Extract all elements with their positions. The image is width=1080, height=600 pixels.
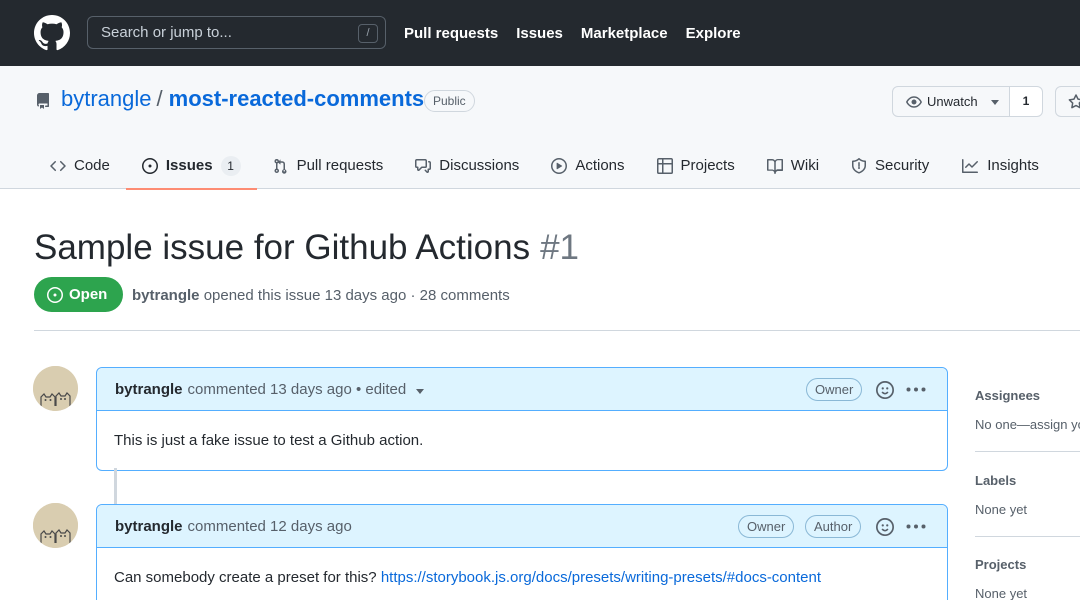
unwatch-label: Unwatch	[927, 94, 978, 109]
issues-counter: 1	[220, 155, 241, 176]
book-icon	[766, 158, 783, 174]
cat-avatar-icon	[33, 366, 78, 411]
cat-avatar-icon	[33, 503, 78, 548]
chevron-down-icon[interactable]	[416, 388, 425, 394]
owner-badge: Owner	[806, 378, 863, 401]
tab-projects[interactable]: Projects	[641, 142, 751, 189]
tab-security[interactable]: Security	[835, 142, 945, 189]
repo-title: bytrangle / most-reacted-comments	[61, 86, 424, 112]
comment-header: bytrangle commented 12 days ago Owner Au…	[97, 505, 947, 548]
smiley-icon[interactable]	[876, 518, 894, 536]
tab-issues[interactable]: Issues 1	[125, 142, 257, 190]
github-logo-icon[interactable]	[34, 15, 70, 51]
issue-number: #1	[540, 228, 580, 267]
tab-pull-requests-label: Pull requests	[296, 157, 384, 174]
search-input[interactable]	[88, 17, 385, 48]
git-pull-request-icon	[274, 158, 287, 174]
global-search[interactable]: /	[87, 16, 386, 49]
kebab-horizontal-icon[interactable]	[906, 387, 926, 392]
kebab-horizontal-icon[interactable]	[906, 524, 926, 529]
global-header: / Pull requests Issues Marketplace Explo…	[0, 0, 1080, 66]
comment-author[interactable]: bytrangle	[115, 518, 183, 535]
avatar[interactable]	[33, 503, 78, 548]
tab-pull-requests[interactable]: Pull requests	[257, 142, 400, 189]
star-button[interactable]	[1055, 86, 1080, 117]
repo-header: bytrangle / most-reacted-comments Public U…	[0, 66, 1080, 190]
repo-tabs: Code Issues 1 Pull requests Discussions …	[34, 142, 1055, 190]
graph-icon	[962, 158, 979, 173]
watchers-count[interactable]: 1	[1009, 86, 1043, 117]
smiley-icon[interactable]	[876, 381, 894, 399]
comment-meta[interactable]: commented 13 days ago • edited	[188, 381, 407, 398]
tab-code[interactable]: Code	[34, 142, 126, 189]
assignees-heading[interactable]: Assignees	[975, 388, 1080, 403]
projects-value: None yet	[975, 586, 1028, 600]
eye-icon	[906, 95, 922, 108]
search-shortcut-key: /	[358, 24, 378, 43]
star-icon	[1068, 94, 1080, 109]
comment-text: Can somebody create a preset for this?	[114, 569, 377, 586]
sidebar-divider	[975, 451, 1080, 452]
issue-meta-text: opened this issue 13 days ago · 28 comme…	[203, 287, 510, 304]
repo-separator: /	[156, 86, 163, 111]
comment-card: bytrangle commented 12 days ago Owner Au…	[96, 504, 948, 600]
projects-heading[interactable]: Projects	[975, 557, 1080, 572]
sidebar-divider	[975, 536, 1080, 537]
table-icon	[656, 157, 673, 174]
tab-security-label: Security	[875, 157, 930, 174]
tab-projects-label: Projects	[680, 157, 735, 174]
tab-actions[interactable]: Actions	[535, 142, 640, 189]
repo-name-link[interactable]: most-reacted-comments	[169, 86, 425, 111]
play-icon	[551, 157, 568, 174]
assignees-value[interactable]: No one—assign yourself	[975, 417, 1080, 432]
repo-icon	[36, 93, 49, 109]
visibility-badge: Public	[424, 90, 475, 112]
tab-insights[interactable]: Insights	[945, 142, 1055, 189]
comment-body: Can somebody create a preset for this? h…	[97, 548, 947, 600]
issue-meta: bytrangle opened this issue 13 days ago …	[132, 287, 510, 304]
tab-discussions[interactable]: Discussions	[399, 142, 535, 189]
issue-opened-icon	[47, 286, 63, 303]
comment-body: This is just a fake issue to test a Gith…	[114, 432, 424, 449]
sidebar-assignees: Assignees No one—assign yourself	[975, 388, 1080, 432]
sidebar-projects: Projects None yet	[975, 557, 1080, 600]
comment-link[interactable]: https://storybook.js.org/docs/presets/wr…	[381, 569, 821, 586]
comment-meta[interactable]: commented 12 days ago	[188, 518, 352, 535]
avatar[interactable]	[33, 366, 78, 411]
shield-icon	[852, 157, 867, 174]
tab-discussions-label: Discussions	[439, 157, 520, 174]
unwatch-button[interactable]: Unwatch	[892, 86, 1010, 117]
tab-wiki[interactable]: Wiki	[751, 142, 835, 189]
issue-title-text: Sample issue for Github Actions	[34, 228, 531, 267]
labels-heading[interactable]: Labels	[975, 473, 1080, 488]
chevron-down-icon	[990, 100, 999, 105]
code-icon	[50, 160, 66, 171]
issue-state-label: Open	[69, 286, 108, 303]
comment-author[interactable]: bytrangle	[115, 381, 183, 398]
comment-discussion-icon	[415, 158, 432, 173]
comment-card: bytrangle commented 13 days ago • edited…	[96, 367, 948, 471]
labels-value: None yet	[975, 502, 1028, 517]
sidebar-labels: Labels None yet	[975, 473, 1080, 517]
divider	[34, 330, 1080, 331]
nav-issues[interactable]: Issues	[516, 25, 563, 42]
tab-code-label: Code	[74, 157, 110, 174]
repo-owner-link[interactable]: bytrangle	[61, 86, 152, 111]
nav-explore[interactable]: Explore	[686, 25, 741, 42]
nav-marketplace[interactable]: Marketplace	[581, 25, 668, 42]
global-nav: Pull requests Issues Marketplace Explore	[404, 0, 759, 66]
issue-title: Sample issue for Github Actions #1	[34, 228, 579, 268]
tab-actions-label: Actions	[575, 157, 625, 174]
issue-opened-icon	[141, 157, 158, 174]
tab-issues-label: Issues	[165, 157, 213, 174]
timeline-connector	[114, 468, 117, 505]
issue-state-badge: Open	[34, 277, 123, 312]
tab-insights-label: Insights	[987, 157, 1039, 174]
author-badge: Author	[805, 515, 862, 538]
tab-wiki-label: Wiki	[790, 157, 820, 174]
owner-badge: Owner	[738, 515, 795, 538]
nav-pull-requests[interactable]: Pull requests	[404, 25, 498, 42]
comment-header: bytrangle commented 13 days ago • edited…	[97, 368, 947, 411]
issue-author[interactable]: bytrangle	[132, 287, 200, 304]
